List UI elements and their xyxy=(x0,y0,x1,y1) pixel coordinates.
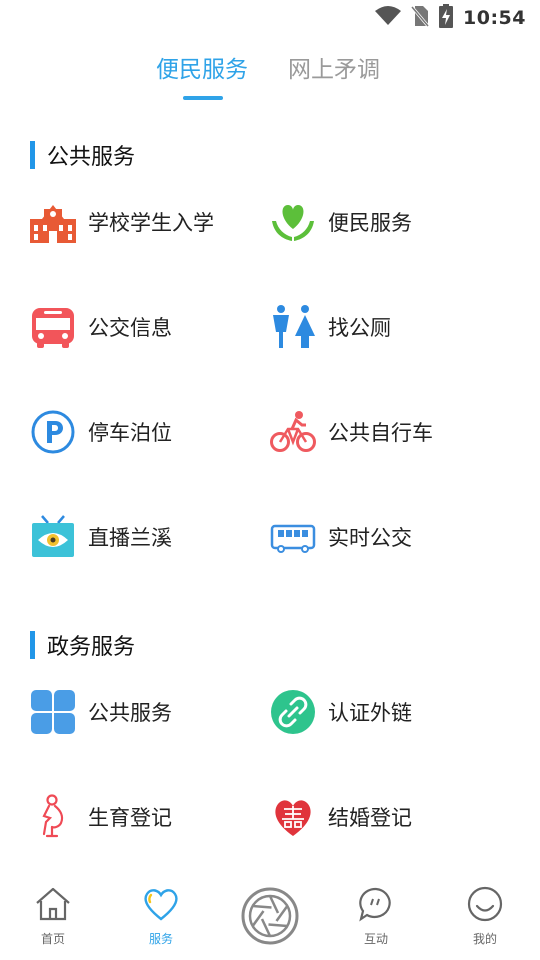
wifi-icon xyxy=(375,6,402,30)
service-certified-links[interactable]: 认证外链 xyxy=(270,686,412,738)
parking-icon xyxy=(30,409,76,455)
service-bus-info[interactable]: 公交信息 xyxy=(30,301,172,353)
service-label: 找公厕 xyxy=(328,316,391,340)
service-live-lanxi[interactable]: 直播兰溪 xyxy=(30,511,172,563)
service-label: 公交信息 xyxy=(88,316,172,340)
nav-label: 我的 xyxy=(472,932,497,946)
section-title: 政务服务 xyxy=(47,635,136,660)
service-label: 生育登记 xyxy=(88,806,172,830)
bottom-nav: 首页 服务 互动 我的 xyxy=(0,878,540,960)
section-accent-bar xyxy=(30,631,35,659)
service-label: 学校学生入学 xyxy=(88,211,214,235)
nav-home[interactable]: 首页 xyxy=(13,884,93,947)
pregnant-icon xyxy=(30,794,76,840)
nav-services[interactable]: 服务 xyxy=(121,884,201,947)
service-label: 公共自行车 xyxy=(328,421,433,445)
service-public-bicycle[interactable]: 公共自行车 xyxy=(270,406,433,458)
tab-wangshang-maodiao[interactable]: 网上矛调 xyxy=(288,50,380,84)
camera-aperture-icon[interactable] xyxy=(240,886,300,946)
realtime-bus-icon xyxy=(270,514,316,560)
heart-icon xyxy=(141,884,181,924)
nav-mine[interactable]: 我的 xyxy=(445,884,525,947)
service-label: 直播兰溪 xyxy=(88,526,172,550)
status-bar: 10:54 xyxy=(0,0,540,36)
smiley-icon xyxy=(466,884,504,924)
service-marriage-registration[interactable]: 结婚登记 xyxy=(270,791,412,843)
nav-interaction[interactable]: 互动 xyxy=(336,884,416,947)
service-realtime-bus[interactable]: 实时公交 xyxy=(270,511,412,563)
section-header-public-services: 公共服务 xyxy=(30,140,135,170)
service-convenience[interactable]: 便民服务 xyxy=(270,196,412,248)
heart-hands-icon xyxy=(270,199,316,245)
home-icon xyxy=(34,884,72,924)
service-label: 结婚登记 xyxy=(328,806,412,830)
service-public-service[interactable]: 公共服务 xyxy=(30,686,172,738)
service-label: 实时公交 xyxy=(328,526,412,550)
bus-icon xyxy=(30,304,76,350)
section-accent-bar xyxy=(30,141,35,169)
clover-icon xyxy=(30,689,76,735)
no-sim-icon xyxy=(410,5,430,31)
section-header-government-services: 政务服务 xyxy=(30,630,135,660)
service-school-enrollment[interactable]: 学校学生入学 xyxy=(30,196,214,248)
chat-bubble-icon xyxy=(358,884,394,924)
service-parking[interactable]: 停车泊位 xyxy=(30,406,172,458)
top-tabs: 便民服务 网上矛调 xyxy=(0,50,540,104)
active-tab-indicator xyxy=(183,96,223,100)
tab-bianmin-fuwu[interactable]: 便民服务 xyxy=(156,50,248,84)
battery-charging-icon xyxy=(439,4,454,32)
school-icon xyxy=(30,199,76,245)
service-label: 便民服务 xyxy=(328,211,412,235)
status-icons: 10:54 xyxy=(375,4,526,32)
service-label: 公共服务 xyxy=(88,701,172,725)
nav-label: 首页 xyxy=(40,932,65,946)
bicycle-icon xyxy=(270,409,316,455)
toilet-icon xyxy=(270,304,316,350)
nav-label: 互动 xyxy=(363,932,388,946)
service-find-toilet[interactable]: 找公厕 xyxy=(270,301,391,353)
service-label: 停车泊位 xyxy=(88,421,172,445)
tv-eye-icon xyxy=(30,514,76,560)
double-happiness-icon xyxy=(270,794,316,840)
section-title: 公共服务 xyxy=(47,145,136,170)
nav-label: 服务 xyxy=(148,932,173,946)
status-time: 10:54 xyxy=(463,7,526,29)
service-label: 认证外链 xyxy=(328,701,412,725)
link-icon xyxy=(270,689,316,735)
service-birth-registration[interactable]: 生育登记 xyxy=(30,791,172,843)
